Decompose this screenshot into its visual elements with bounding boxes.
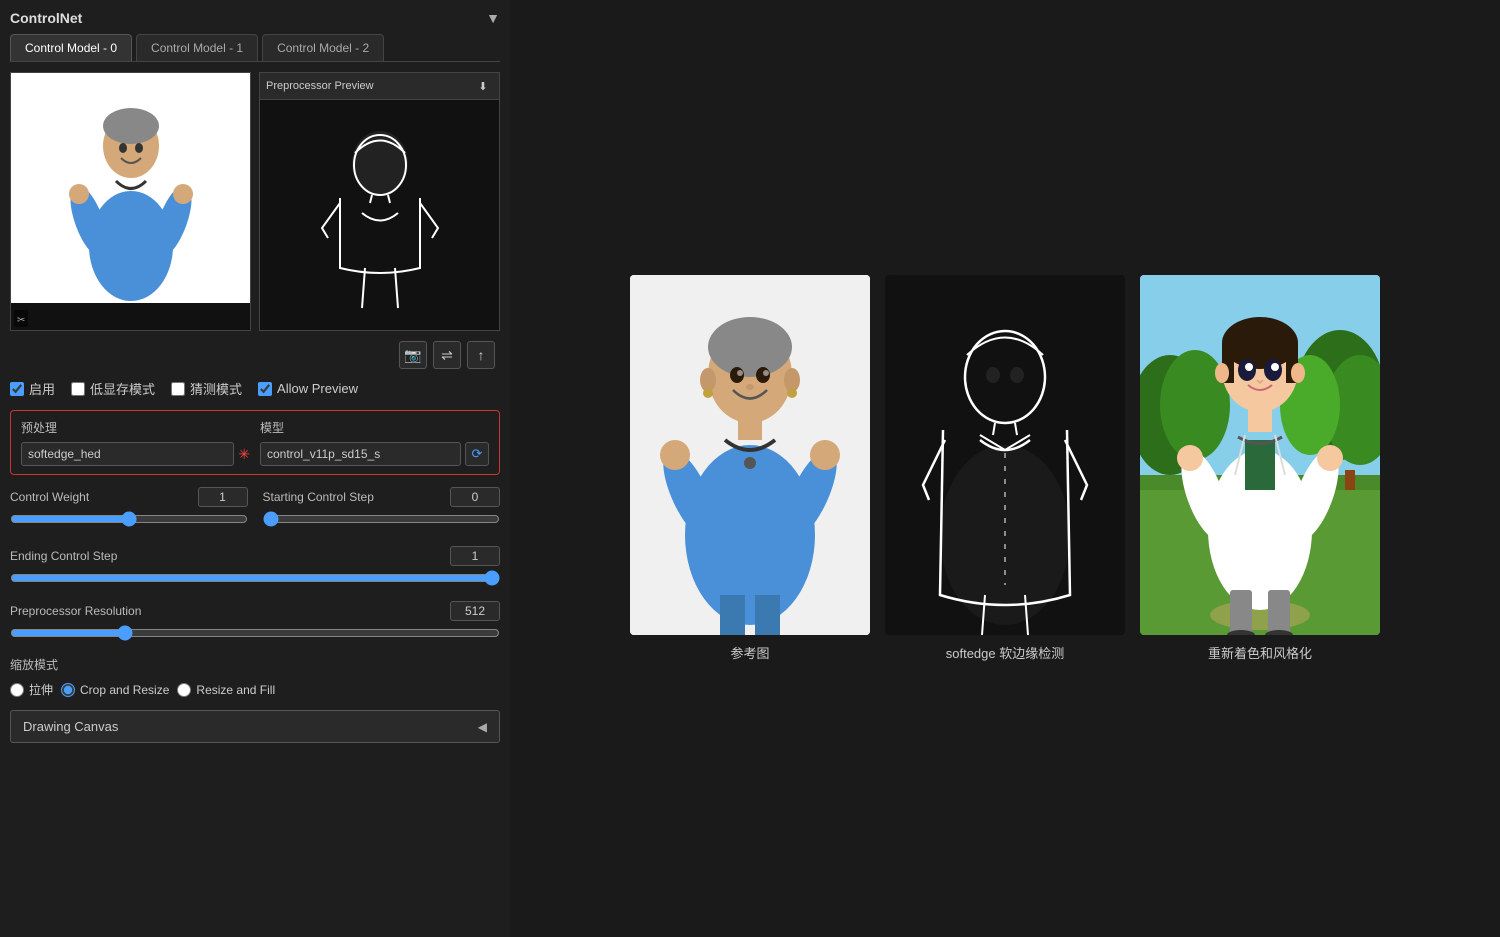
output-lineart-svg [885, 275, 1125, 635]
star-icon: ✳ [238, 446, 250, 463]
preview-lineart-svg [290, 113, 470, 318]
output-frame-0 [630, 275, 870, 635]
dual-slider-section: Control Weight 1 Starting Control Step 0 [10, 487, 500, 534]
enable-checkbox-item[interactable]: 启用 [10, 379, 55, 398]
allow-preview-checkbox[interactable] [258, 382, 272, 396]
panel-title: ControlNet [10, 10, 82, 26]
right-panel: 参考图 [510, 0, 1500, 937]
images-row: ⊞ 图像 ↺ ✕ [10, 72, 500, 331]
tab-control-model-1[interactable]: Control Model - 1 [136, 34, 258, 61]
zoom-section: 缩放模式 拉伸 Crop and Resize Resize and Fill [10, 656, 500, 698]
low-vram-checkbox[interactable] [71, 382, 85, 396]
output-frame-1 [885, 275, 1125, 635]
preprocessor-section-label: 预处理 [21, 419, 250, 436]
preview-download-btn[interactable]: ⬇ [473, 76, 493, 96]
output-col-0: 参考图 [630, 275, 870, 662]
upload-btn[interactable]: ↑ [467, 341, 495, 369]
dual-slider-row: Control Weight 1 Starting Control Step 0 [10, 487, 500, 530]
output-anime-svg [1140, 275, 1380, 635]
control-weight-col: Control Weight 1 [10, 487, 248, 530]
model-section-label: 模型 [260, 419, 489, 436]
output-label-0: 参考图 [730, 643, 769, 662]
allow-preview-label: Allow Preview [277, 381, 358, 396]
panel-collapse-arrow[interactable]: ▼ [486, 10, 500, 26]
preview-image-box: Preprocessor Preview ⬇ [259, 72, 500, 331]
drawing-canvas-arrow: ◀ [478, 720, 487, 734]
tabs-container: Control Model - 0 Control Model - 1 Cont… [10, 34, 500, 62]
guess-mode-checkbox-item[interactable]: 猜测模式 [171, 379, 242, 398]
model-refresh-btn[interactable]: ⟳ [465, 442, 489, 466]
source-image-display[interactable] [11, 73, 250, 303]
crop-resize-radio-item[interactable]: Crop and Resize [61, 683, 169, 697]
preprocessor-dropdown-row: softedge_hed ✳ [21, 442, 250, 466]
drawing-canvas-label: Drawing Canvas [23, 719, 118, 734]
resize-fill-label: Resize and Fill [196, 683, 275, 697]
stretch-label: 拉伸 [29, 681, 53, 698]
preprocessor-col: 预处理 softedge_hed ✳ [21, 419, 250, 466]
output-label-1: softedge 软边缘检测 [946, 643, 1065, 662]
enable-checkbox[interactable] [10, 382, 24, 396]
low-vram-label: 低显存模式 [90, 379, 155, 398]
control-weight-row: Control Weight 1 [10, 487, 248, 507]
resize-fill-radio-item[interactable]: Resize and Fill [177, 683, 275, 697]
output-nurse-svg [630, 275, 870, 635]
ending-step-section: Ending Control Step 1 [10, 546, 500, 589]
preprocessor-model-section: 预处理 softedge_hed ✳ 模型 control_v11p_sd15_… [10, 410, 500, 475]
nurse-photo-svg [41, 76, 221, 301]
starting-step-row: Starting Control Step 0 [263, 487, 501, 507]
starting-step-col: Starting Control Step 0 [263, 487, 501, 530]
source-image-box: ⊞ 图像 ↺ ✕ [10, 72, 251, 331]
starting-step-value: 0 [450, 487, 500, 507]
left-panel: ControlNet ▼ Control Model - 0 Control M… [0, 0, 510, 937]
resolution-row: Preprocessor Resolution 512 [10, 601, 500, 621]
model-dropdown[interactable]: control_v11p_sd15_s [260, 442, 461, 466]
zoom-section-label: 缩放模式 [10, 656, 500, 673]
guess-mode-label: 猜测模式 [190, 379, 242, 398]
zoom-radio-row: 拉伸 Crop and Resize Resize and Fill [10, 681, 500, 698]
allow-preview-checkbox-item[interactable]: Allow Preview [258, 381, 358, 396]
swap-btn[interactable]: ⇌ [433, 341, 461, 369]
stretch-radio-item[interactable]: 拉伸 [10, 681, 53, 698]
tab-control-model-2[interactable]: Control Model - 2 [262, 34, 384, 61]
enable-label: 启用 [29, 379, 55, 398]
output-col-2: 重新着色和风格化 [1140, 275, 1380, 662]
output-images-row: 参考图 [630, 275, 1380, 662]
checkboxes-row: 启用 低显存模式 猜测模式 Allow Preview [10, 379, 500, 398]
resize-fill-radio[interactable] [177, 683, 191, 697]
starting-step-slider[interactable] [263, 511, 501, 527]
preprocessor-dropdown[interactable]: softedge_hed [21, 442, 234, 466]
ending-step-row: Ending Control Step 1 [10, 546, 500, 566]
output-frame-2 [1140, 275, 1380, 635]
resolution-section: Preprocessor Resolution 512 [10, 601, 500, 644]
preview-label: Preprocessor Preview [266, 80, 374, 92]
preprocessor-model-row: 预处理 softedge_hed ✳ 模型 control_v11p_sd15_… [21, 419, 489, 466]
model-col: 模型 control_v11p_sd15_s ⟳ [260, 419, 489, 466]
tab-control-model-0[interactable]: Control Model - 0 [10, 34, 132, 61]
resolution-slider[interactable] [10, 625, 500, 641]
toolbar-row: 📷 ⇌ ↑ [10, 341, 500, 369]
low-vram-checkbox-item[interactable]: 低显存模式 [71, 379, 155, 398]
starting-step-label: Starting Control Step [263, 490, 374, 504]
output-col-1: softedge 软边缘检测 [885, 275, 1125, 662]
control-weight-label: Control Weight [10, 490, 89, 504]
crop-resize-radio[interactable] [61, 683, 75, 697]
model-dropdown-row: control_v11p_sd15_s ⟳ [260, 442, 489, 466]
control-weight-slider[interactable] [10, 511, 248, 527]
source-image-extra-btn[interactable]: ✂ [14, 310, 28, 327]
preview-label-bar: Preprocessor Preview ⬇ [260, 73, 499, 100]
panel-header: ControlNet ▼ [10, 10, 500, 26]
preview-image-display [260, 100, 499, 330]
ending-step-label: Ending Control Step [10, 549, 117, 563]
camera-btn[interactable]: 📷 [399, 341, 427, 369]
control-weight-value: 1 [198, 487, 248, 507]
output-label-2: 重新着色和风格化 [1208, 643, 1312, 662]
resolution-label: Preprocessor Resolution [10, 604, 141, 618]
resolution-value: 512 [450, 601, 500, 621]
crop-resize-label: Crop and Resize [80, 683, 169, 697]
stretch-radio[interactable] [10, 683, 24, 697]
drawing-canvas-row[interactable]: Drawing Canvas ◀ [10, 710, 500, 743]
ending-step-value: 1 [450, 546, 500, 566]
guess-mode-checkbox[interactable] [171, 382, 185, 396]
ending-step-slider[interactable] [10, 570, 500, 586]
